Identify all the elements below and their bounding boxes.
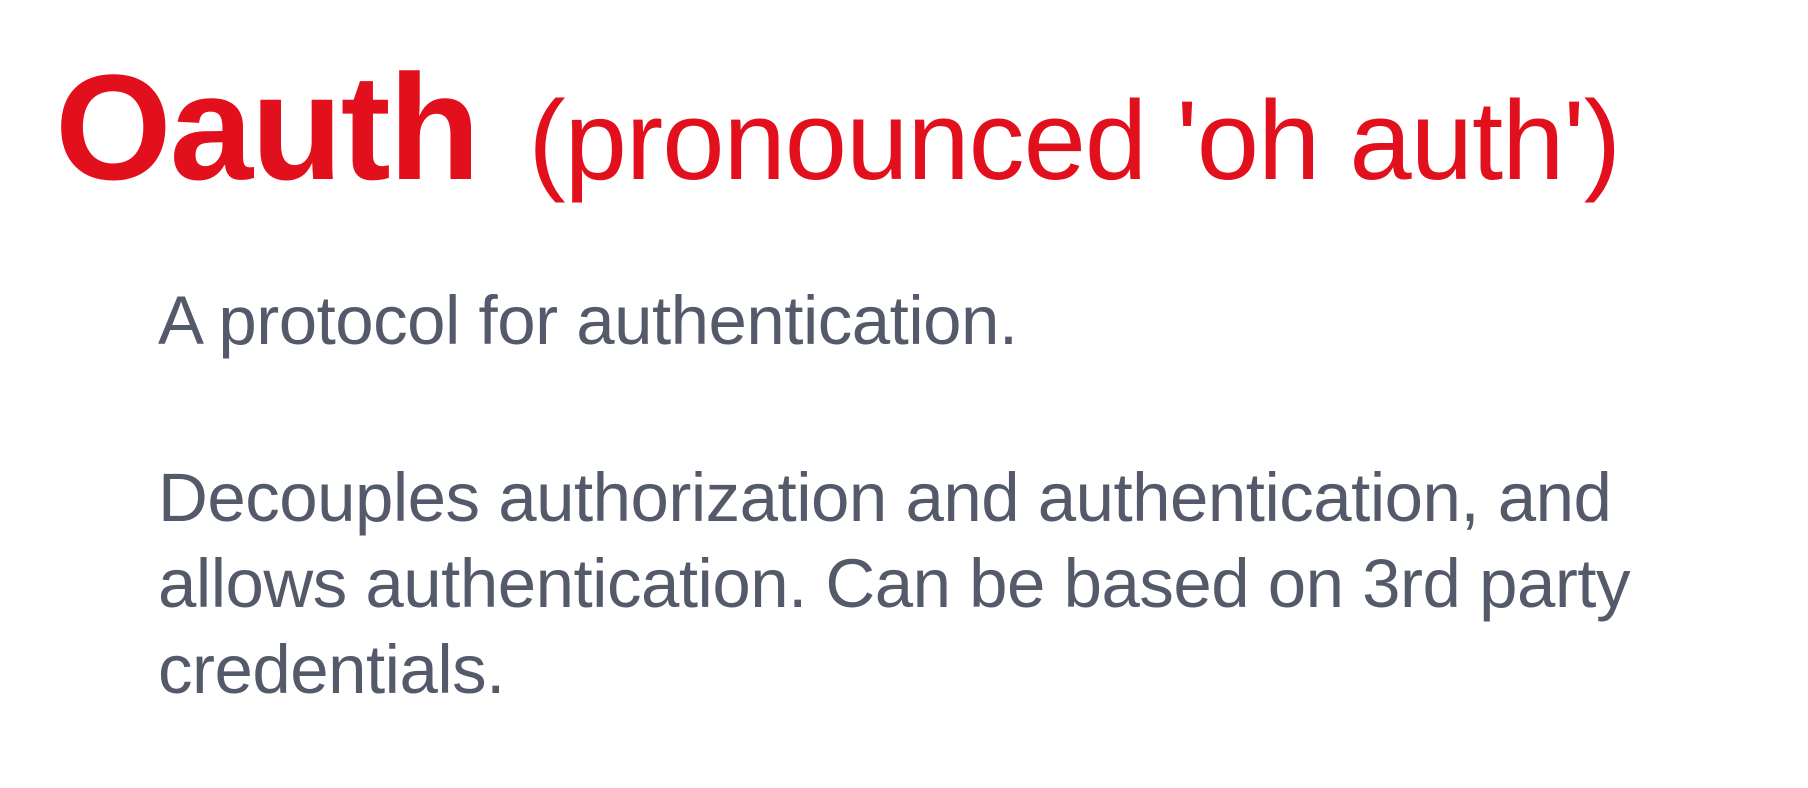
title-main: Oauth [55, 43, 480, 211]
slide-title: Oauth (pronounced 'oh auth') [55, 52, 1621, 203]
paragraph-description-line: Decouples authorization and authenticati… [158, 459, 1612, 536]
paragraph-definition: A protocol for authentication. [158, 282, 1018, 359]
paragraph-description-line: allows authentication. Can be based on 3… [158, 545, 1630, 622]
slide: Oauth (pronounced 'oh auth') A protocol f… [0, 0, 1808, 788]
paragraph-description-line: credentials. [158, 631, 505, 708]
paragraph-description: Decouples authorization and authenticati… [158, 455, 1718, 713]
title-pronunciation: (pronounced 'oh auth') [528, 78, 1621, 203]
